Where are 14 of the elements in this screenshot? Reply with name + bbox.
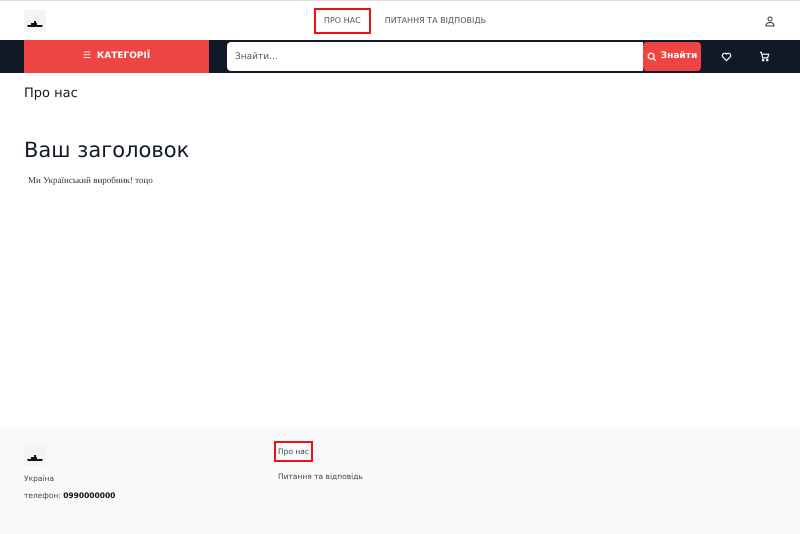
page-heading: Ваш заголовок: [24, 136, 190, 164]
search-button[interactable]: Знайти: [643, 42, 701, 71]
ship-logo-icon: [24, 10, 46, 32]
ship-logo-icon: [24, 444, 46, 466]
heart-icon[interactable]: [721, 51, 732, 62]
nav-link[interactable]: ПРО НАС: [314, 8, 371, 34]
search-icon: [646, 52, 657, 62]
user-icon[interactable]: [764, 14, 776, 26]
body-text: Ми Український виробник! тоцо: [28, 174, 154, 187]
search-field[interactable]: Знайти...: [227, 42, 643, 71]
cart-icon[interactable]: [759, 51, 770, 62]
page-title: Про нас: [24, 85, 79, 103]
categories-button[interactable]: ☰ КАТЕГОРІЇ: [24, 40, 209, 73]
nav-link[interactable]: ПИТАННЯ ТА ВІДПОВІДЬ: [374, 8, 496, 34]
